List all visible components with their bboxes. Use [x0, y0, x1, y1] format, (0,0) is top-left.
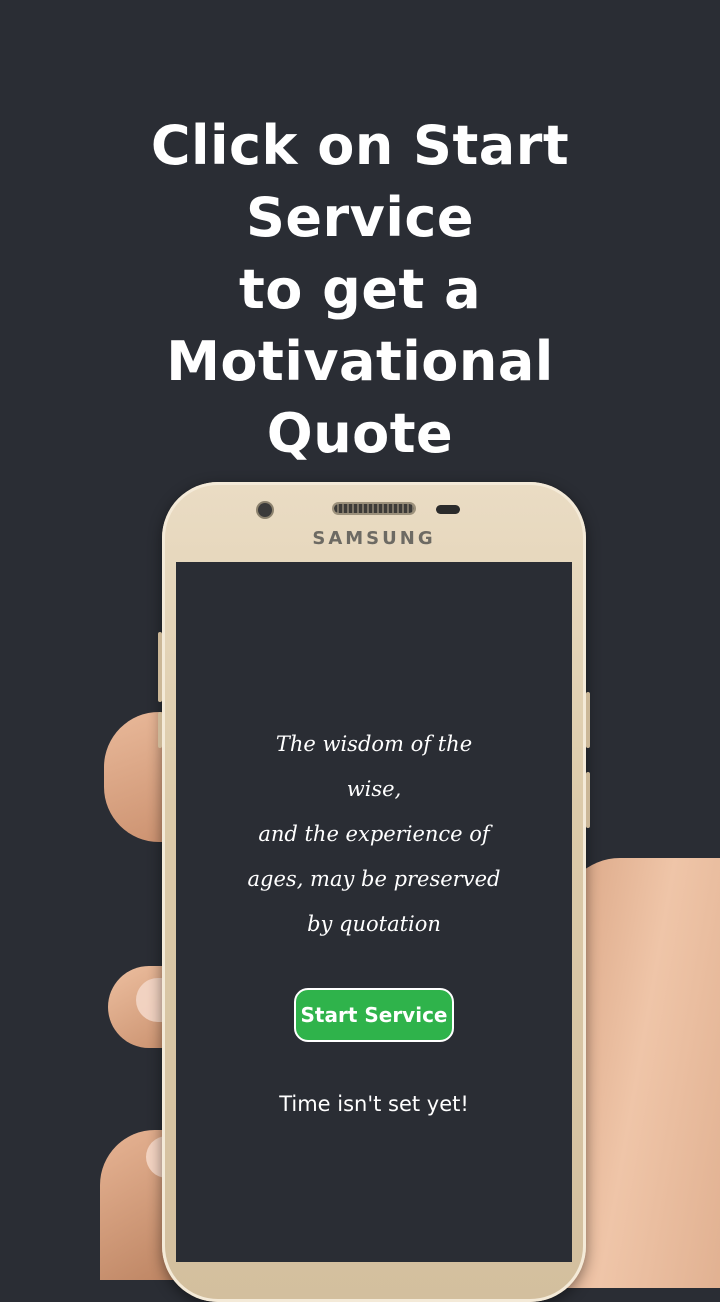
app-screen: The wisdom of the wise, and the experien…	[176, 562, 572, 1262]
side-key	[586, 772, 590, 828]
quote-line: The wisdom of the wise,	[275, 732, 473, 801]
power-button	[586, 692, 590, 748]
phone-brand-logo: SAMSUNG	[312, 528, 436, 549]
phone-device: SAMSUNG The wisdom of the wise, and the …	[158, 482, 590, 1302]
headline-line-2: to get a Motivational	[166, 258, 554, 393]
time-status-text: Time isn't set yet!	[279, 1092, 469, 1116]
headline-line-1: Click on Start Service	[150, 114, 570, 249]
front-camera-icon	[258, 503, 272, 517]
quote-line: ages, may be preserved	[247, 867, 501, 891]
volume-button	[158, 632, 162, 702]
quote-text: The wisdom of the wise, and the experien…	[246, 722, 502, 947]
bixby-button	[158, 712, 162, 748]
earpiece-speaker	[334, 504, 414, 513]
proximity-sensor	[436, 505, 460, 514]
promo-headline: Click on Start Service to get a Motivati…	[40, 110, 680, 542]
quote-line: and the experience of	[258, 822, 490, 846]
headline-line-3: Quote	[266, 402, 454, 465]
start-service-button[interactable]: Start Service	[294, 988, 454, 1042]
quote-line: by quotation	[307, 912, 441, 936]
